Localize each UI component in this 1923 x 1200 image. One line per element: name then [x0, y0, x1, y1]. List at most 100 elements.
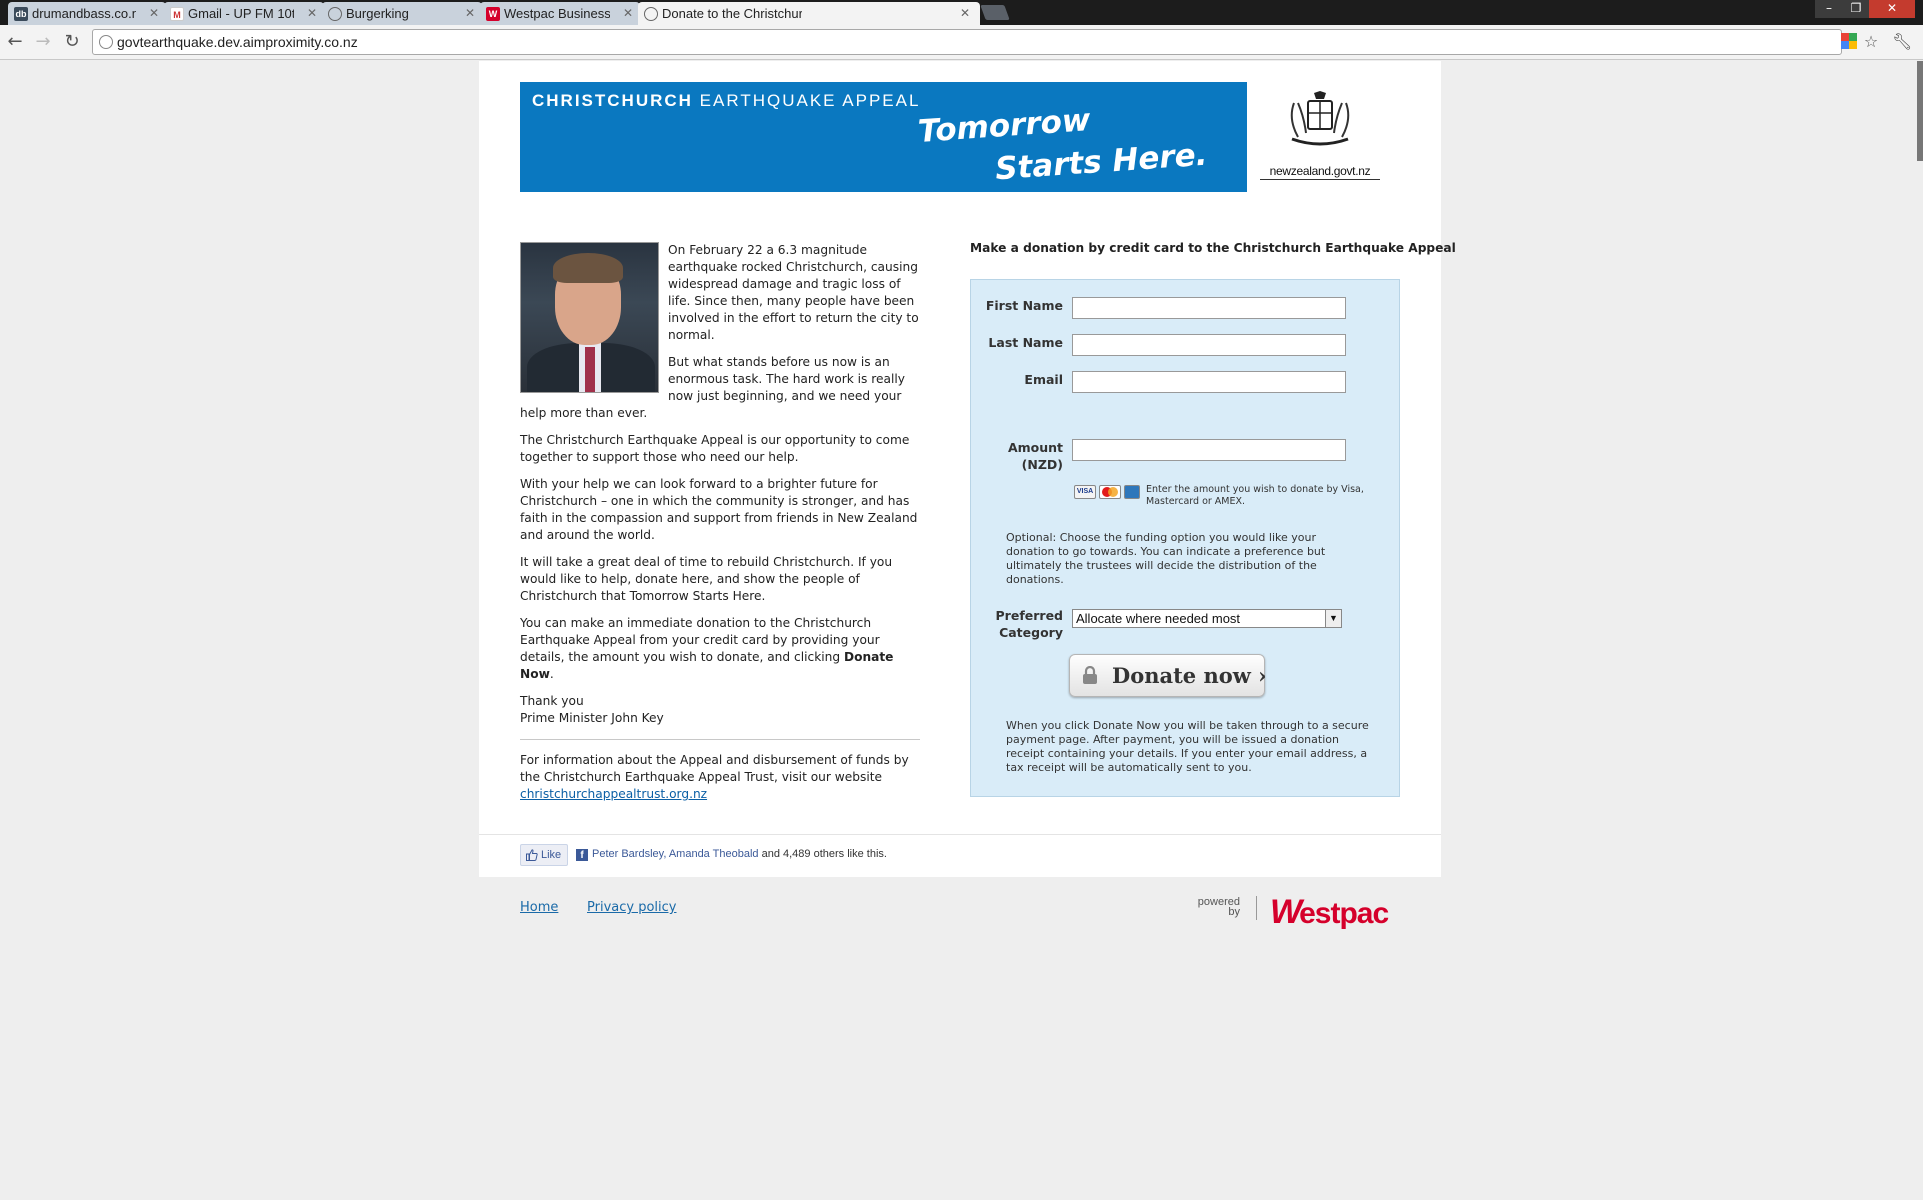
window-close-button[interactable]: ✕: [1869, 0, 1915, 18]
last-name-label: Last Name: [988, 335, 1063, 350]
secure-payment-note: When you click Donate Now you will be ta…: [1006, 719, 1369, 774]
forward-icon[interactable]: →: [32, 31, 54, 53]
amount-field[interactable]: [1072, 439, 1346, 461]
tab-burgerking[interactable]: Burgerking ✕: [322, 2, 482, 25]
globe-icon: [644, 7, 658, 21]
facebook-icon: f: [576, 849, 588, 861]
category-label-text: Preferred: [995, 608, 1063, 623]
signoff-name: Prime Minister John Key: [520, 711, 664, 725]
extension-icon[interactable]: [1840, 33, 1858, 51]
divider: [520, 739, 920, 740]
tab-title: Gmail - UP FM 10th Birthda: [188, 6, 294, 21]
info-text: For information about the Appeal and dis…: [520, 753, 909, 784]
maximize-button[interactable]: ❐: [1843, 0, 1869, 18]
banner-tagline-line2: Starts Here.: [994, 136, 1209, 188]
nz-govt-logo-text[interactable]: newzealand.govt.nz: [1260, 164, 1380, 180]
form-heading: Make a donation by credit card to the Ch…: [970, 241, 1456, 255]
tab-title: drumandbass.co.nz • View t: [32, 6, 136, 21]
by-text: by: [1228, 906, 1240, 918]
close-icon[interactable]: ✕: [307, 6, 317, 20]
tab-title: Westpac Business & Comm: [504, 6, 610, 21]
tab-title: Burgerking: [346, 6, 409, 21]
footer-separator: [1256, 896, 1257, 920]
card-note: Enter the amount you wish to donate by V…: [1146, 484, 1364, 507]
page-globe-icon: [99, 35, 113, 49]
privacy-policy-link[interactable]: Privacy policy: [587, 900, 676, 915]
bookmark-star-icon[interactable]: ☆: [1862, 33, 1880, 51]
banner-tagline-line1: Tomorrow: [916, 102, 1092, 150]
amount-label-text: Amount: [1007, 440, 1063, 455]
letter-paragraph: The Christchurch Earthquake Appeal is ou…: [520, 433, 910, 464]
visa-icon: VISA: [1074, 485, 1096, 499]
first-name-field[interactable]: [1072, 297, 1346, 319]
gmail-icon: M: [170, 7, 184, 21]
letter-paragraph: You can make an immediate donation to th…: [520, 615, 922, 683]
westpac-favicon-icon: W: [486, 7, 500, 21]
westpac-logo[interactable]: Westpac: [1270, 893, 1389, 932]
browser-toolbar: ← → ↻ ☆ 🔧︎: [0, 25, 1923, 60]
email-field[interactable]: [1072, 371, 1346, 393]
address-bar[interactable]: [92, 29, 1842, 55]
info-paragraph: For information about the Appeal and dis…: [520, 752, 922, 803]
page-content: CHRISTCHURCH EARTHQUAKE APPEAL Tomorrow …: [479, 61, 1456, 877]
home-link[interactable]: Home: [520, 900, 558, 915]
tab-bar: db drumandbass.co.nz • View t ✕ M Gmail …: [0, 0, 1923, 25]
tab-gmail[interactable]: M Gmail - UP FM 10th Birthda ✕: [164, 2, 324, 25]
banner-title-rest: EARTHQUAKE APPEAL: [692, 91, 921, 110]
lock-icon: [1083, 666, 1097, 684]
email-label: Email: [1024, 372, 1063, 387]
letter-text: You can make an immediate donation to th…: [520, 616, 880, 664]
category-label: Preferred Category: [973, 607, 1063, 641]
signoff-thanks: Thank you: [520, 694, 584, 708]
new-tab-button[interactable]: [980, 5, 1010, 20]
category-select[interactable]: Allocate where needed most ▼: [1072, 609, 1342, 628]
amex-icon: [1124, 485, 1140, 499]
mastercard-icon: [1099, 485, 1121, 499]
category-selected-value: Allocate where needed most: [1076, 611, 1241, 626]
donation-form: First Name Last Name Email Amount (NZD) V…: [970, 279, 1400, 797]
url-input[interactable]: [117, 33, 1717, 51]
liker-names[interactable]: Peter Bardsley, Amanda Theobald: [592, 848, 759, 860]
optional-note: Optional: Choose the funding option you …: [1006, 531, 1326, 586]
category-label-text: Category: [999, 625, 1063, 640]
westpac-w-mark: W: [1270, 893, 1302, 931]
divider: [479, 834, 1441, 835]
banner-title: CHRISTCHURCH EARTHQUAKE APPEAL: [532, 91, 920, 111]
close-icon[interactable]: ✕: [465, 6, 475, 20]
tab-title: Donate to the Christchurch: [662, 6, 802, 21]
facebook-like-button[interactable]: Like: [520, 844, 568, 866]
close-icon[interactable]: ✕: [960, 6, 970, 20]
appeal-banner: CHRISTCHURCH EARTHQUAKE APPEAL Tomorrow …: [520, 82, 1247, 192]
appeal-letter: On February 22 a 6.3 magnitude earthquak…: [520, 242, 922, 813]
minimize-button[interactable]: –: [1815, 0, 1843, 18]
first-name-label: First Name: [985, 298, 1063, 313]
scrollbar[interactable]: [1917, 61, 1923, 161]
donate-now-button[interactable]: Donate now ›: [1069, 654, 1267, 697]
reload-icon[interactable]: ↻: [61, 31, 83, 53]
amount-label: Amount (NZD): [973, 439, 1063, 473]
tab-donate[interactable]: Donate to the Christchurch ✕: [638, 2, 980, 25]
like-count-text: and 4,489 others like this.: [758, 848, 887, 860]
appeal-trust-link[interactable]: christchurchappealtrust.org.nz: [520, 787, 707, 801]
signoff: Thank you Prime Minister John Key: [520, 693, 922, 727]
tab-drumandbass[interactable]: db drumandbass.co.nz • View t ✕: [8, 2, 166, 25]
amount-currency: (NZD): [1021, 457, 1063, 472]
letter-paragraph: It will take a great deal of time to reb…: [520, 555, 893, 603]
close-icon[interactable]: ✕: [623, 6, 633, 20]
tab-westpac[interactable]: W Westpac Business & Comm ✕: [480, 2, 640, 25]
like-label: Like: [541, 849, 562, 861]
wrench-icon[interactable]: 🔧︎: [1892, 33, 1912, 51]
globe-icon: [328, 7, 342, 21]
last-name-field[interactable]: [1072, 334, 1346, 356]
donate-now-label: Donate now ›: [1112, 663, 1267, 688]
db-favicon-icon: db: [14, 7, 28, 21]
like-summary: Peter Bardsley, Amanda Theobald and 4,48…: [592, 848, 887, 860]
letter-text: .: [549, 667, 554, 681]
powered-by-text: powered by: [1186, 897, 1240, 918]
westpac-wordmark: estpac: [1299, 897, 1389, 930]
close-icon[interactable]: ✕: [149, 6, 159, 20]
letter-paragraph: With your help we can look forward to a …: [520, 477, 918, 542]
back-icon[interactable]: ←: [4, 31, 26, 53]
thumbs-up-icon: [526, 849, 538, 861]
chevron-down-icon[interactable]: ▼: [1325, 610, 1341, 627]
